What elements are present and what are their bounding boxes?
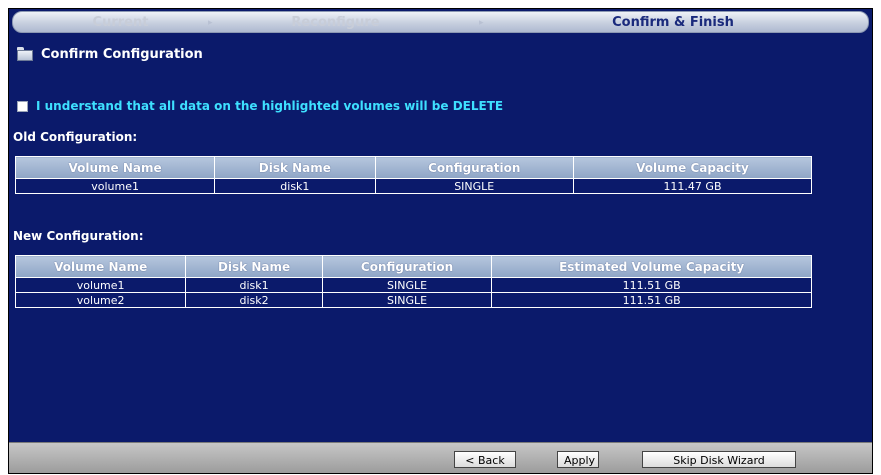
- skip-disk-wizard-button[interactable]: Skip Disk Wizard: [642, 451, 796, 468]
- delete-confirm-label[interactable]: I understand that all data on the highli…: [36, 99, 503, 113]
- delete-confirm-checkbox[interactable]: [17, 100, 28, 112]
- delete-confirmation: I understand that all data on the highli…: [17, 99, 503, 113]
- section-title: Confirm Configuration: [41, 46, 203, 62]
- step-arrow-icon: ▸: [479, 18, 484, 28]
- column-header: Configuration: [321, 255, 493, 278]
- table-row[interactable]: volume1 disk1 SINGLE 111.47 GB: [14, 178, 813, 194]
- column-header: Disk Name: [185, 255, 323, 278]
- apply-button[interactable]: Apply: [557, 451, 599, 468]
- column-header: Estimated Volume Capacity: [491, 255, 812, 278]
- configuration-cell: SINGLE: [374, 178, 574, 194]
- new-config-label: New Configuration:: [13, 229, 144, 243]
- old-config-table: Volume Name Disk Name Configuration Volu…: [14, 156, 813, 194]
- table-row[interactable]: volume1 disk1 SINGLE 111.51 GB: [14, 277, 812, 293]
- new-config-table: Volume Name Disk Name Configuration Esti…: [14, 255, 812, 308]
- button-bar: < Back Apply Skip Disk Wizard: [9, 442, 872, 473]
- table-header-row: Volume Name Disk Name Configuration Volu…: [14, 156, 813, 179]
- wizard-window: Current ▸ Reconfigure ▸ Confirm & Finish…: [8, 8, 873, 474]
- old-config-label: Old Configuration:: [13, 130, 138, 144]
- table-header-row: Volume Name Disk Name Configuration Esti…: [14, 255, 812, 278]
- column-header: Volume Capacity: [572, 156, 813, 179]
- volume-name-cell: volume1: [14, 178, 216, 194]
- capacity-cell: 111.51 GB: [491, 292, 812, 308]
- disk-name-cell: disk1: [214, 178, 376, 194]
- volume-name-cell: volume1: [14, 277, 187, 293]
- back-button[interactable]: < Back: [454, 451, 516, 468]
- step-reconfigure: Reconfigure: [291, 15, 380, 30]
- step-arrow-icon: ▸: [208, 18, 213, 28]
- folder-icon: [17, 47, 33, 61]
- column-header: Configuration: [374, 156, 574, 179]
- table-row[interactable]: volume2 disk2 SINGLE 111.51 GB: [14, 292, 812, 308]
- step-current: Current: [92, 15, 149, 30]
- column-header: Disk Name: [214, 156, 376, 179]
- capacity-cell: 111.47 GB: [572, 178, 813, 194]
- capacity-cell: 111.51 GB: [491, 277, 812, 293]
- section-header: Confirm Configuration: [17, 45, 203, 63]
- volume-name-cell: volume2: [14, 292, 187, 308]
- step-confirm-finish: Confirm & Finish: [612, 15, 734, 30]
- wizard-step-bar: Current ▸ Reconfigure ▸ Confirm & Finish: [12, 11, 869, 33]
- configuration-cell: SINGLE: [321, 277, 493, 293]
- disk-name-cell: disk1: [185, 277, 323, 293]
- column-header: Volume Name: [14, 255, 187, 278]
- configuration-cell: SINGLE: [321, 292, 493, 308]
- column-header: Volume Name: [14, 156, 216, 179]
- disk-name-cell: disk2: [185, 292, 323, 308]
